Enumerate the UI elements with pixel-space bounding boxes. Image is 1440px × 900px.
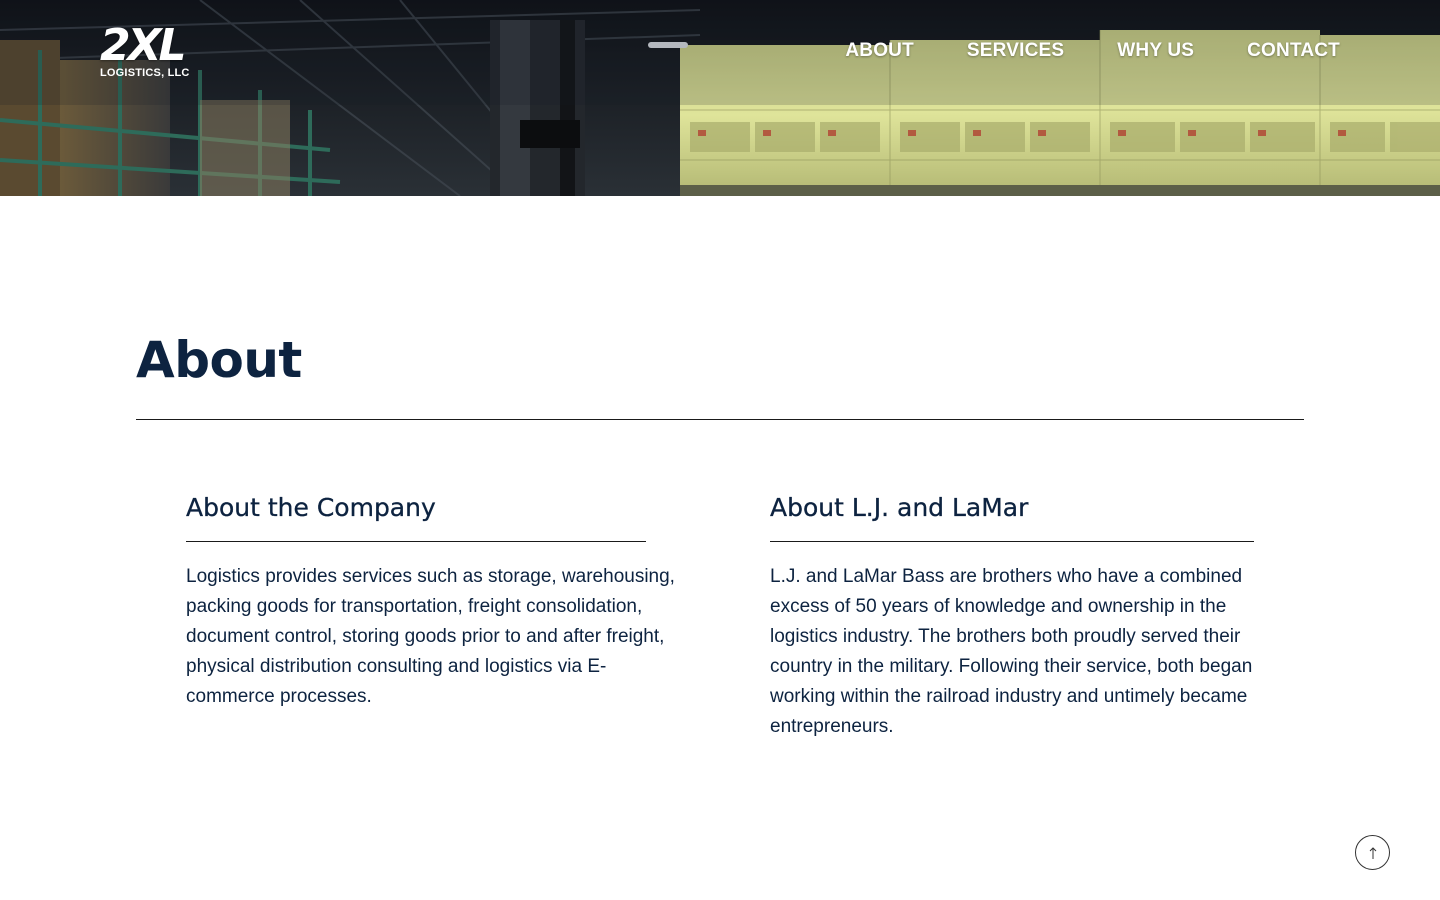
section-divider: [770, 541, 1254, 542]
logo-subtitle: LOGISTICS, LLC: [100, 67, 190, 79]
hero-banner: 2XL LOGISTICS, LLC ABOUT SERVICES WHY US…: [0, 0, 1440, 196]
main-nav: ABOUT SERVICES WHY US CONTACT: [845, 40, 1340, 62]
section-divider: [186, 541, 646, 542]
back-to-top-button[interactable]: [1355, 835, 1390, 870]
nav-item-services[interactable]: SERVICES: [967, 40, 1064, 62]
title-divider: [136, 419, 1304, 420]
nav-item-about[interactable]: ABOUT: [845, 40, 914, 62]
about-company-section: About the Company Logistics provides ser…: [186, 490, 676, 712]
nav-item-contact[interactable]: CONTACT: [1247, 40, 1340, 62]
logo-mark: 2XL: [100, 20, 187, 71]
about-founders-heading: About L.J. and LaMar: [770, 493, 1029, 522]
page-title: About: [136, 331, 302, 389]
nav-item-why-us[interactable]: WHY US: [1117, 40, 1194, 62]
about-company-text: Logistics provides services such as stor…: [186, 566, 675, 707]
about-company-heading: About the Company: [186, 493, 436, 522]
about-founders-text: L.J. and LaMar Bass are brothers who hav…: [770, 566, 1253, 737]
company-logo[interactable]: 2XL LOGISTICS, LLC: [100, 24, 200, 82]
about-founders-section: About L.J. and LaMar L.J. and LaMar Bass…: [770, 490, 1254, 742]
arrow-up-icon: [1369, 846, 1376, 859]
